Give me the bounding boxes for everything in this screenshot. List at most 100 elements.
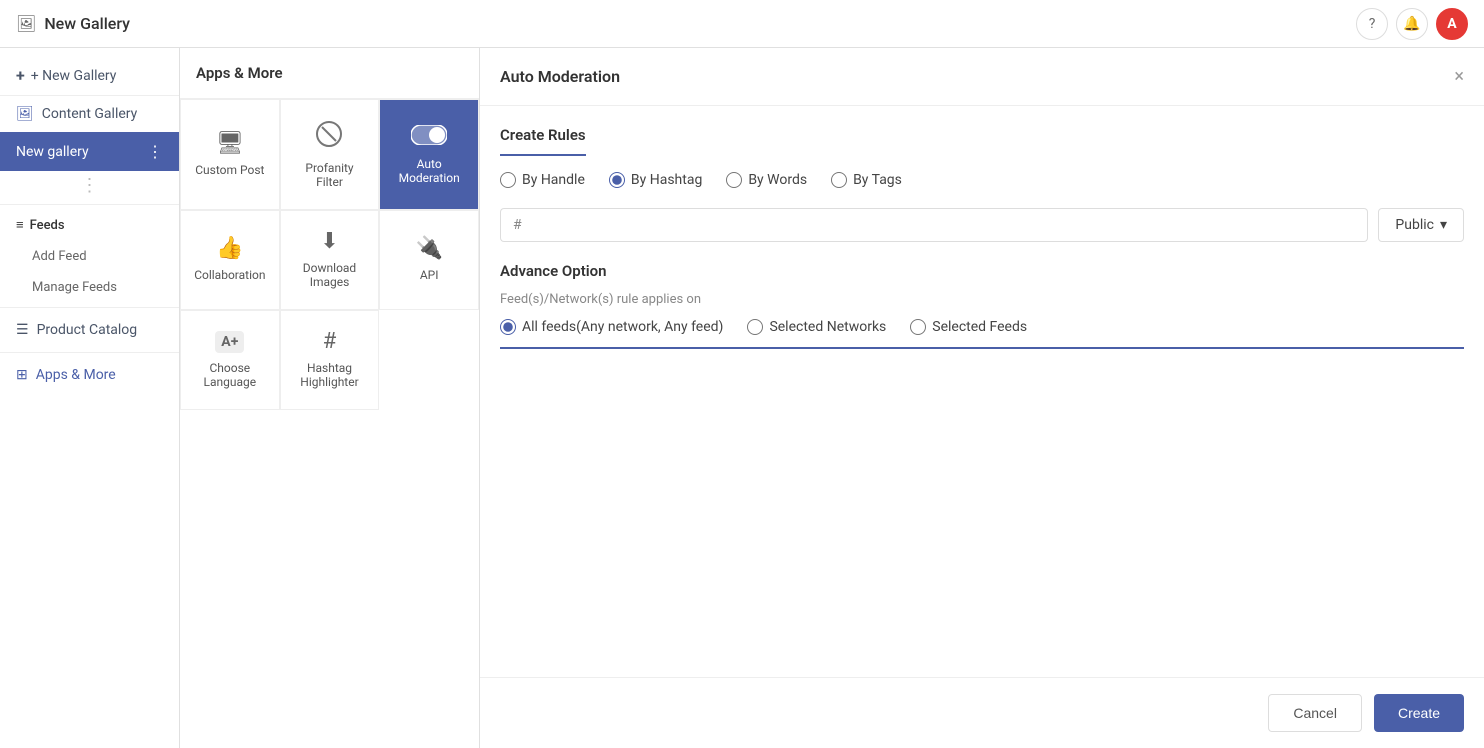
modal-footer: Cancel Create — [480, 677, 1484, 748]
feeds-radio-group: All feeds(Any network, Any feed) Selecte… — [500, 319, 1464, 349]
help-icon: ? — [1369, 16, 1376, 32]
choose-language-icon: A+ — [215, 331, 244, 353]
by-handle-radio[interactable] — [500, 172, 516, 188]
advance-option-section: Advance Option Feed(s)/Network(s) rule a… — [500, 262, 1464, 349]
hashtag-input-row: # Public ▾ — [500, 208, 1464, 242]
create-rules-title: Create Rules — [500, 126, 586, 156]
radio-option-selected-feeds[interactable]: Selected Feeds — [910, 319, 1027, 335]
radio-option-by-handle[interactable]: By Handle — [500, 172, 585, 188]
new-gallery-active-label: New gallery — [16, 144, 89, 160]
cancel-button[interactable]: Cancel — [1268, 694, 1362, 732]
sidebar-more-dots: ⋮ — [0, 171, 179, 200]
choose-language-label: Choose Language — [191, 361, 269, 389]
modal-content: Create Rules By Handle By Hashtag — [480, 106, 1484, 677]
gallery-icon: 🖼 — [16, 14, 36, 33]
custom-post-icon: 🖥 — [216, 133, 244, 155]
by-words-label: By Words — [748, 172, 807, 188]
plus-icon: + — [16, 66, 25, 85]
all-feeds-label: All feeds(Any network, Any feed) — [522, 319, 723, 335]
hashtag-highlighter-label: Hashtag Highlighter — [291, 361, 369, 389]
feeds-icon: ≡ — [16, 217, 24, 233]
close-button[interactable]: × — [1454, 66, 1464, 87]
auto-moderation-label: Auto Moderation — [390, 157, 468, 185]
by-hashtag-radio[interactable] — [609, 172, 625, 188]
by-hashtag-label: By Hashtag — [631, 172, 702, 188]
bell-icon: 🔔 — [1403, 16, 1420, 32]
help-button[interactable]: ? — [1356, 8, 1388, 40]
content-gallery-label: Content Gallery — [42, 106, 138, 122]
hashtag-highlighter-icon: # — [323, 331, 337, 353]
app-item-download-images[interactable]: ⬇ Download Images — [280, 210, 380, 310]
download-images-icon: ⬇ — [320, 231, 338, 253]
sidebar-item-add-feed[interactable]: Add Feed — [0, 241, 179, 272]
public-dropdown[interactable]: Public ▾ — [1378, 208, 1464, 242]
app-item-collaboration[interactable]: 👍 Collaboration — [180, 210, 280, 310]
selected-networks-radio[interactable] — [747, 319, 763, 335]
top-bar: 🖼 New Gallery ? 🔔 A — [0, 0, 1484, 48]
app-item-api[interactable]: 🔌 API — [379, 210, 479, 310]
all-feeds-radio[interactable] — [500, 319, 516, 335]
app-item-profanity-filter[interactable]: Profanity Filter — [280, 99, 380, 210]
by-handle-label: By Handle — [522, 172, 585, 188]
modal-header: Auto Moderation × — [480, 48, 1484, 106]
top-bar-icons: ? 🔔 A — [1356, 8, 1468, 40]
by-tags-label: By Tags — [853, 172, 902, 188]
public-label: Public — [1395, 217, 1434, 233]
advance-option-title: Advance Option — [500, 262, 1464, 280]
app-item-custom-post[interactable]: 🖥 Custom Post — [180, 99, 280, 210]
new-gallery-button[interactable]: + + New Gallery — [0, 56, 179, 96]
product-catalog-icon: ☰ — [16, 322, 29, 338]
sidebar-feeds-header[interactable]: ≡ Feeds — [0, 209, 179, 241]
radio-option-by-tags[interactable]: By Tags — [831, 172, 902, 188]
selected-networks-label: Selected Networks — [769, 319, 886, 335]
apps-panel-header: Apps & More — [180, 48, 479, 99]
apps-more-label: Apps & More — [36, 367, 116, 383]
apps-more-icon: ⊞ — [16, 367, 28, 383]
sidebar-item-apps-more[interactable]: ⊞ Apps & More — [0, 357, 179, 393]
selected-feeds-radio[interactable] — [910, 319, 926, 335]
api-icon: 🔌 — [415, 238, 442, 260]
hashtag-input-wrapper: # — [500, 208, 1368, 242]
custom-post-label: Custom Post — [195, 163, 264, 177]
content-area: Apps & More 🖥 Custom Post Profanity Filt… — [180, 48, 1484, 748]
radio-option-by-hashtag[interactable]: By Hashtag — [609, 172, 702, 188]
sidebar-divider-1 — [0, 204, 179, 205]
app-item-choose-language[interactable]: A+ Choose Language — [180, 310, 280, 410]
sidebar-divider-3 — [0, 352, 179, 353]
app-item-auto-moderation[interactable]: Auto Moderation — [379, 99, 479, 210]
bell-button[interactable]: 🔔 — [1396, 8, 1428, 40]
chevron-down-icon: ▾ — [1440, 217, 1447, 233]
add-feed-label: Add Feed — [32, 249, 87, 264]
hashtag-prefix: # — [500, 208, 526, 242]
sidebar: + + New Gallery 🖼 Content Gallery New ga… — [0, 48, 180, 748]
radio-option-selected-networks[interactable]: Selected Networks — [747, 319, 886, 335]
sidebar-item-manage-feeds[interactable]: Manage Feeds — [0, 272, 179, 303]
profanity-filter-icon — [315, 120, 343, 153]
create-button[interactable]: Create — [1374, 694, 1464, 732]
by-tags-radio[interactable] — [831, 172, 847, 188]
product-catalog-label: Product Catalog — [37, 322, 138, 338]
sidebar-item-content-gallery[interactable]: 🖼 Content Gallery — [0, 96, 179, 132]
apps-panel: Apps & More 🖥 Custom Post Profanity Filt… — [180, 48, 480, 748]
top-bar-title: 🖼 New Gallery — [16, 14, 130, 33]
manage-feeds-label: Manage Feeds — [32, 280, 117, 295]
apps-panel-title: Apps & More — [196, 64, 283, 82]
top-bar-gallery-name: New Gallery — [44, 14, 130, 33]
api-label: API — [420, 268, 439, 282]
create-rules-section: Create Rules By Handle By Hashtag — [500, 126, 1464, 188]
sidebar-item-product-catalog[interactable]: ☰ Product Catalog — [0, 312, 179, 348]
avatar-button[interactable]: A — [1436, 8, 1468, 40]
by-words-radio[interactable] — [726, 172, 742, 188]
sidebar-item-new-gallery-active[interactable]: New gallery ⋮ — [0, 132, 179, 171]
gallery-sidebar-icon: 🖼 — [16, 106, 34, 122]
collaboration-label: Collaboration — [194, 268, 265, 282]
radio-option-all-feeds[interactable]: All feeds(Any network, Any feed) — [500, 319, 723, 335]
app-item-hashtag-highlighter[interactable]: # Hashtag Highlighter — [280, 310, 380, 410]
feeds-label: Feeds — [30, 218, 65, 233]
three-dots-icon[interactable]: ⋮ — [147, 142, 163, 161]
radio-option-by-words[interactable]: By Words — [726, 172, 807, 188]
feeds-network-label: Feed(s)/Network(s) rule applies on — [500, 292, 1464, 307]
hashtag-text-input[interactable] — [526, 208, 1369, 242]
filter-type-radio-group: By Handle By Hashtag By Words — [500, 172, 1464, 188]
collaboration-icon: 👍 — [216, 238, 243, 260]
